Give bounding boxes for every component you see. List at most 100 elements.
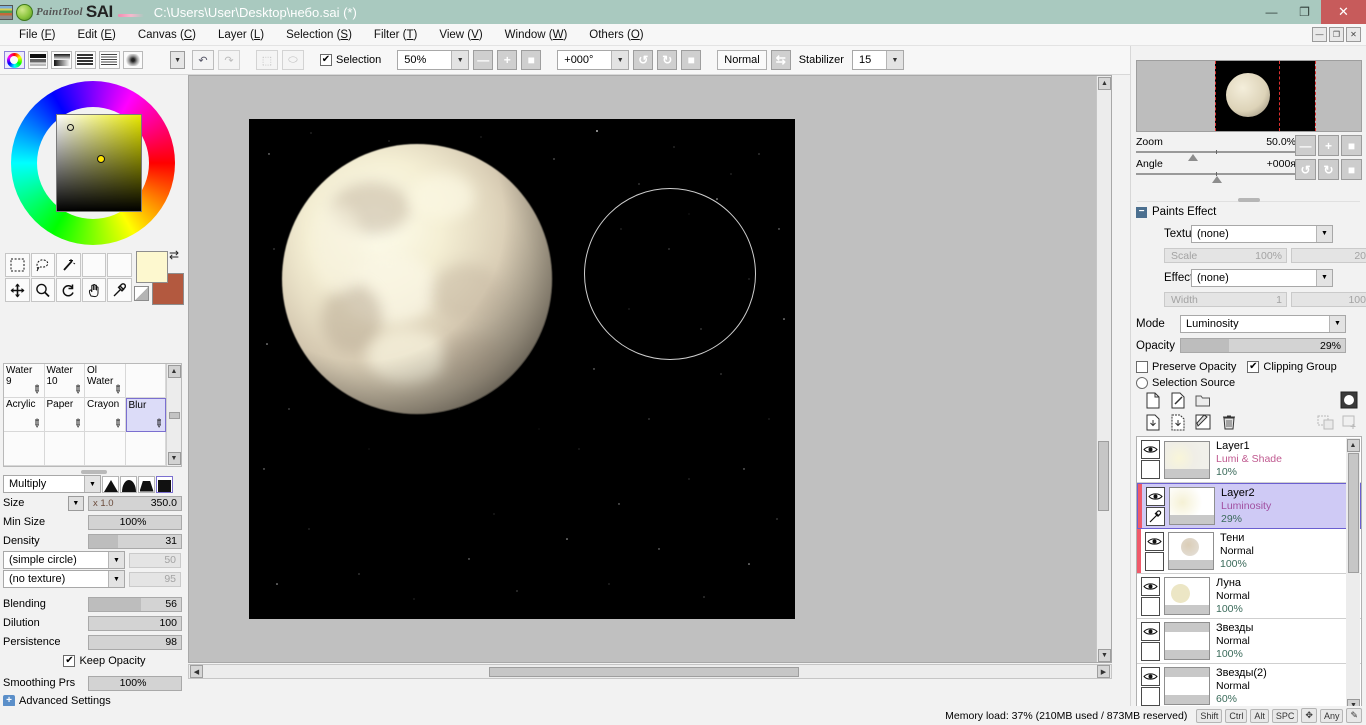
layer-mode-combo[interactable]: Luminosity ▼: [1180, 315, 1346, 333]
chevron-down-icon[interactable]: ▼: [1316, 270, 1332, 286]
brush-blur[interactable]: Blur✎: [126, 398, 167, 432]
zoom-reset-button[interactable]: ■: [521, 50, 541, 70]
angle-slider-track[interactable]: [1136, 173, 1296, 175]
effect-combo[interactable]: (none) ▼: [1191, 269, 1333, 287]
chevron-down-icon[interactable]: ▼: [611, 51, 628, 69]
menu-file[interactable]: File (F): [8, 27, 66, 43]
brush-empty-3[interactable]: [45, 432, 86, 466]
paints-effect-header[interactable]: − Paints Effect: [1136, 206, 1216, 218]
chevron-down-icon[interactable]: ▼: [1329, 316, 1345, 332]
merge-visible-button[interactable]: [1167, 412, 1189, 432]
canvas-horizontal-scrollbar[interactable]: ◀ ▶: [188, 664, 1112, 679]
rotate-cw-button[interactable]: ↻: [657, 50, 677, 70]
layer-visibility-toggle[interactable]: [1141, 440, 1160, 459]
selection-checkbox[interactable]: ✔: [320, 54, 332, 66]
brush-empty-5[interactable]: [126, 432, 167, 466]
layer-visibility-toggle[interactable]: [1141, 577, 1160, 596]
transparency-swatch-icon[interactable]: [134, 286, 149, 301]
scroll-thumb-horizontal[interactable]: [489, 667, 799, 677]
navigator-preview[interactable]: [1136, 60, 1362, 132]
menu-layer[interactable]: Layer (L): [207, 27, 275, 43]
layer-select-toggle[interactable]: [1145, 552, 1164, 571]
eyedropper-tool[interactable]: [107, 278, 132, 302]
color-panel-menu-button[interactable]: ▼: [170, 51, 185, 69]
density-slider[interactable]: 31: [88, 534, 182, 549]
nav-rotate-reset-button[interactable]: ■: [1341, 159, 1362, 180]
menu-selection[interactable]: Selection (S): [275, 27, 363, 43]
selection-source-radio[interactable]: [1136, 377, 1148, 389]
merge-down-button[interactable]: [1142, 412, 1164, 432]
nav-zoom-out-button[interactable]: —: [1295, 135, 1316, 156]
brush-acrylic[interactable]: Acrylic✎: [4, 398, 45, 432]
layer-visibility-toggle[interactable]: [1145, 532, 1164, 551]
lasso-select-tool[interactable]: [31, 253, 56, 277]
navigator-angle-slider[interactable]: Angle +000я: [1136, 158, 1296, 175]
size-field[interactable]: x 1.0 350.0: [88, 496, 182, 511]
delete-layer-button[interactable]: [1218, 412, 1240, 432]
menu-canvas[interactable]: Canvas (C): [127, 27, 207, 43]
color-wheel-mode-button[interactable]: [4, 51, 25, 69]
layer-list-vertical-scrollbar[interactable]: ▲ ▼: [1346, 438, 1360, 713]
dilution-slider[interactable]: 100: [88, 616, 182, 631]
nav-rotate-ccw-button[interactable]: ↺: [1295, 159, 1316, 180]
clipping-group-checkbox[interactable]: ✔: [1247, 361, 1259, 373]
brush-empty-1[interactable]: [126, 364, 167, 398]
foreground-color-swatch[interactable]: [136, 251, 168, 283]
stabilizer-combo[interactable]: 15 ▼: [852, 50, 904, 70]
canvas-vertical-scrollbar[interactable]: ▲ ▼: [1096, 76, 1111, 663]
preserve-opacity-checkbox[interactable]: [1136, 361, 1148, 373]
brush-crayon[interactable]: Crayon✎: [85, 398, 126, 432]
view-mode-button[interactable]: Normal: [717, 50, 766, 70]
texture-combo[interactable]: (none) ▼: [1191, 225, 1333, 243]
clear-layer-button[interactable]: [1192, 412, 1214, 432]
collapse-icon[interactable]: −: [1136, 207, 1147, 218]
layer-row-layer2[interactable]: Layer2 Luminosity 29%: [1137, 483, 1361, 529]
scroll-thumb-vertical[interactable]: [1348, 453, 1359, 573]
zoom-tool[interactable]: [31, 278, 56, 302]
artboard[interactable]: [249, 119, 795, 619]
chevron-down-icon[interactable]: ▼: [1316, 226, 1332, 242]
color-wheel[interactable]: [7, 77, 179, 249]
selection-circle-marquee[interactable]: [584, 188, 756, 360]
clipping-group-toggle[interactable]: ✔ Clipping Group: [1247, 361, 1336, 373]
tip-hard-button[interactable]: [156, 476, 173, 493]
tool-blank-2[interactable]: [107, 253, 132, 277]
layer-row-zvezdy-2[interactable]: Звезды(2) Normal 60%: [1137, 664, 1361, 709]
magic-wand-tool[interactable]: [56, 253, 81, 277]
layer-select-toggle[interactable]: [1141, 460, 1160, 479]
mdi-restore-button[interactable]: ❐: [1329, 27, 1344, 42]
add-to-selection-button[interactable]: [1314, 412, 1336, 432]
layer-select-toggle[interactable]: [1141, 597, 1160, 616]
layer-list[interactable]: Layer1 Lumi & Shade 10%: [1136, 436, 1362, 725]
rgb-slider-mode-button[interactable]: [28, 51, 49, 69]
layer-row-layer1[interactable]: Layer1 Lumi & Shade 10%: [1137, 437, 1361, 483]
angle-combo[interactable]: +000° ▼: [557, 50, 629, 70]
zoom-combo[interactable]: 50% ▼: [397, 50, 469, 70]
add-layer-clip-button[interactable]: [1339, 412, 1361, 432]
nav-zoom-reset-button[interactable]: ■: [1341, 135, 1362, 156]
keep-opacity-checkbox[interactable]: ✔: [63, 655, 75, 667]
brush-oil-water[interactable]: Ol Water✎: [85, 364, 126, 398]
layer-visibility-toggle[interactable]: [1141, 622, 1160, 641]
new-layer-button[interactable]: [1142, 390, 1164, 410]
redo-button[interactable]: ↷: [218, 50, 240, 70]
flip-horizontal-button[interactable]: ⇆: [771, 50, 791, 70]
chevron-down-icon[interactable]: ▼: [108, 552, 124, 568]
chevron-down-icon[interactable]: ▼: [886, 51, 903, 69]
rect-select-tool[interactable]: [5, 253, 30, 277]
undo-button[interactable]: ↶: [192, 50, 214, 70]
swap-colors-icon[interactable]: ⇄: [169, 248, 179, 262]
layer-row-teni[interactable]: Тени Normal 100%: [1137, 529, 1361, 574]
menu-edit[interactable]: Edit (E): [66, 27, 126, 43]
zoom-out-button[interactable]: —: [473, 50, 493, 70]
hsv-mode-button[interactable]: [51, 51, 72, 69]
layer-mask-button[interactable]: [1338, 390, 1360, 410]
angle-slider-knob[interactable]: [1212, 176, 1222, 183]
new-folder-button[interactable]: [1192, 390, 1214, 410]
selection-toggle[interactable]: ✔ Selection: [320, 54, 381, 66]
smoothing-slider[interactable]: 100%: [88, 676, 182, 691]
scroll-down-icon[interactable]: ▼: [168, 452, 181, 465]
opacity-slider[interactable]: 29%: [1180, 338, 1346, 353]
scroll-up-icon[interactable]: ▲: [1347, 439, 1360, 452]
layer-select-toggle[interactable]: [1141, 687, 1160, 706]
